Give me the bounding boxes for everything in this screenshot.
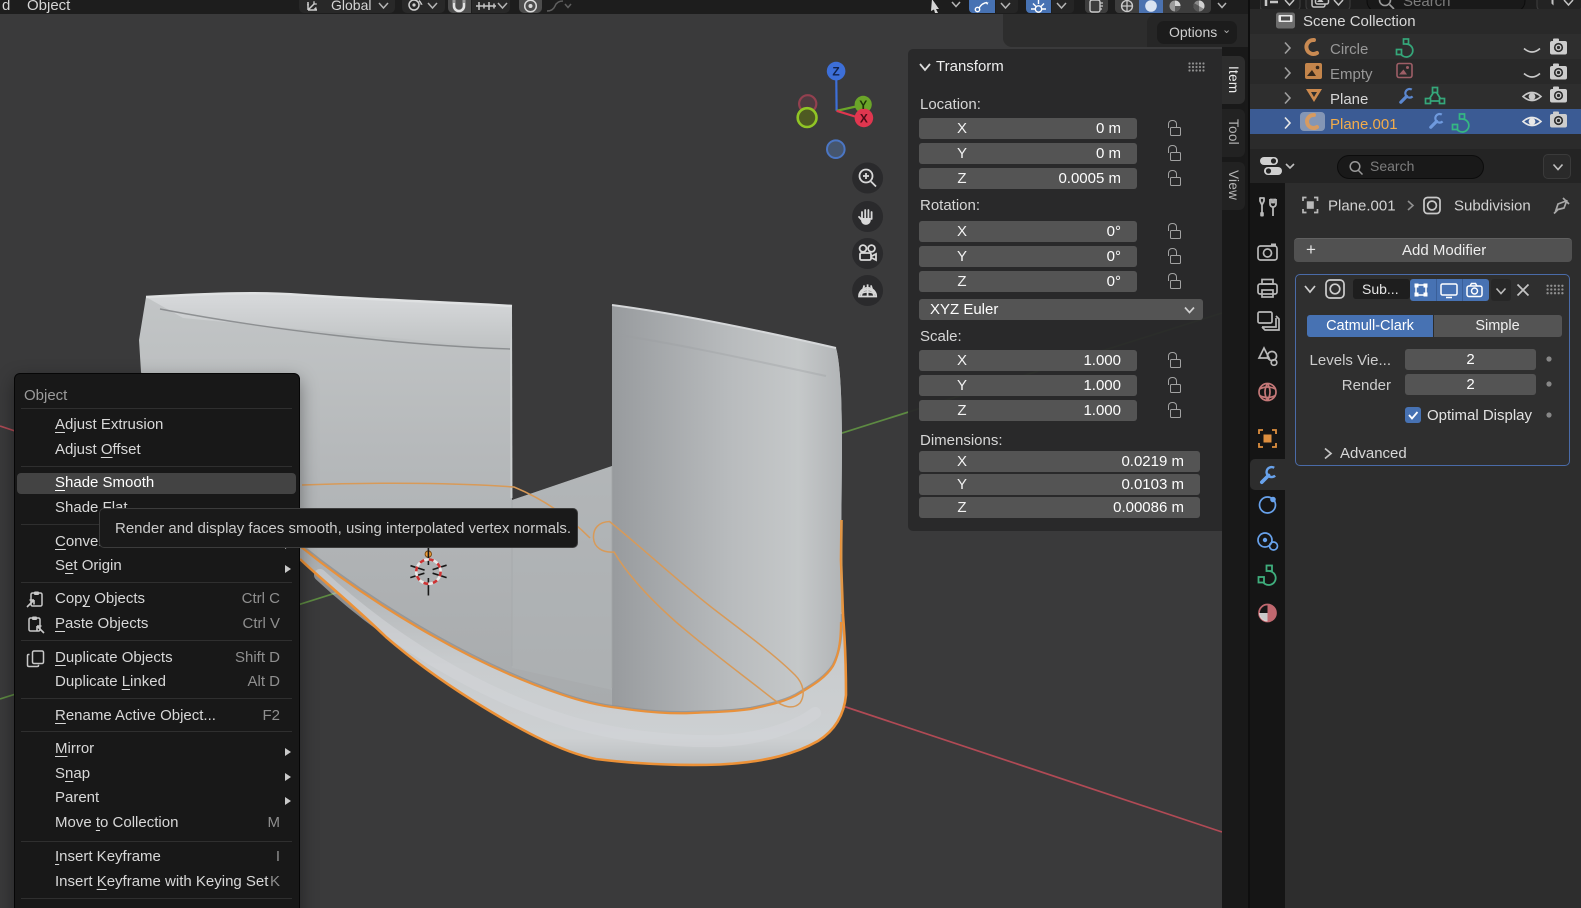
svg-text:Z: Z <box>832 65 839 79</box>
svg-text:Plane.001: Plane.001 <box>1328 198 1396 215</box>
svg-text:X: X <box>860 111 868 125</box>
svg-text:Scene Collection: Scene Collection <box>1303 13 1416 30</box>
svg-text:Empty: Empty <box>1330 66 1373 83</box>
svg-text:Plane: Plane <box>1330 91 1368 108</box>
svg-text:Circle: Circle <box>1330 41 1368 58</box>
svg-text:Plane.001: Plane.001 <box>1330 116 1398 133</box>
svg-text:Y: Y <box>859 98 867 112</box>
svg-text:Subdivision: Subdivision <box>1454 198 1531 215</box>
